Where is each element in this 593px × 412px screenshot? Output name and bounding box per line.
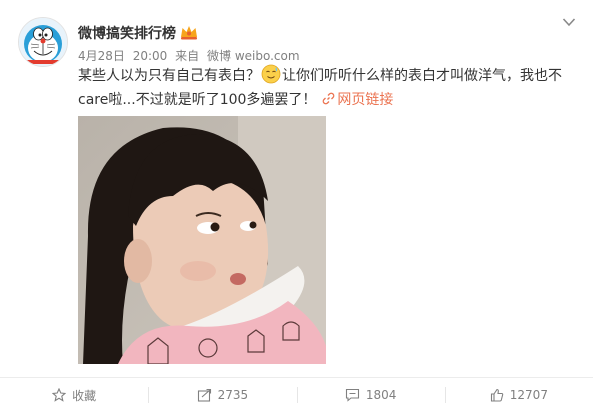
- comment-icon: [345, 388, 359, 402]
- post-date[interactable]: 4月28日: [78, 49, 125, 63]
- favorite-button[interactable]: 收藏: [0, 378, 148, 412]
- post-meta: 4月28日 20:00 来自 微博 weibo.com: [78, 47, 304, 64]
- post-text: 某些人以为只有自己有表白？ 让你们听听什么样的表白才叫做洋气，我也不care啦.…: [78, 64, 578, 112]
- repost-button[interactable]: 2735: [148, 378, 296, 412]
- chevron-down-icon[interactable]: [562, 17, 576, 27]
- repost-count: 2735: [217, 388, 249, 402]
- from-label: 来自: [175, 49, 200, 63]
- sweat-smile-emoji-icon: [261, 64, 281, 84]
- post-source[interactable]: 微博 weibo.com: [207, 49, 300, 63]
- post-photo[interactable]: [78, 116, 326, 364]
- weibo-post: 微博搞笑排行榜 4月28日 20:00 来自 微博 weibo.com 某些人以…: [0, 0, 593, 412]
- action-bar: 收藏 2735 1804 12707: [0, 378, 593, 412]
- account-name[interactable]: 微博搞笑排行榜: [78, 23, 176, 43]
- post-text-part1: 某些人以为只有自己有表白？: [78, 68, 260, 84]
- post-time[interactable]: 20:00: [133, 49, 168, 63]
- like-button[interactable]: 12707: [444, 378, 593, 412]
- vip-crown-badge-icon[interactable]: [180, 24, 198, 40]
- favorite-label: 收藏: [72, 388, 97, 403]
- web-link[interactable]: 网页链接: [322, 92, 393, 108]
- comment-button[interactable]: 1804: [296, 378, 445, 412]
- web-link-label: 网页链接: [337, 92, 394, 108]
- like-count: 12707: [509, 388, 548, 402]
- doraemon-avatar-icon: [19, 18, 67, 66]
- star-icon: [52, 388, 67, 402]
- thumbs-up-icon: [490, 388, 504, 402]
- avatar[interactable]: [18, 17, 68, 67]
- comment-count: 1804: [365, 388, 397, 402]
- repost-icon: [197, 388, 211, 402]
- link-icon: [323, 92, 335, 105]
- child-photo-image: [78, 116, 326, 364]
